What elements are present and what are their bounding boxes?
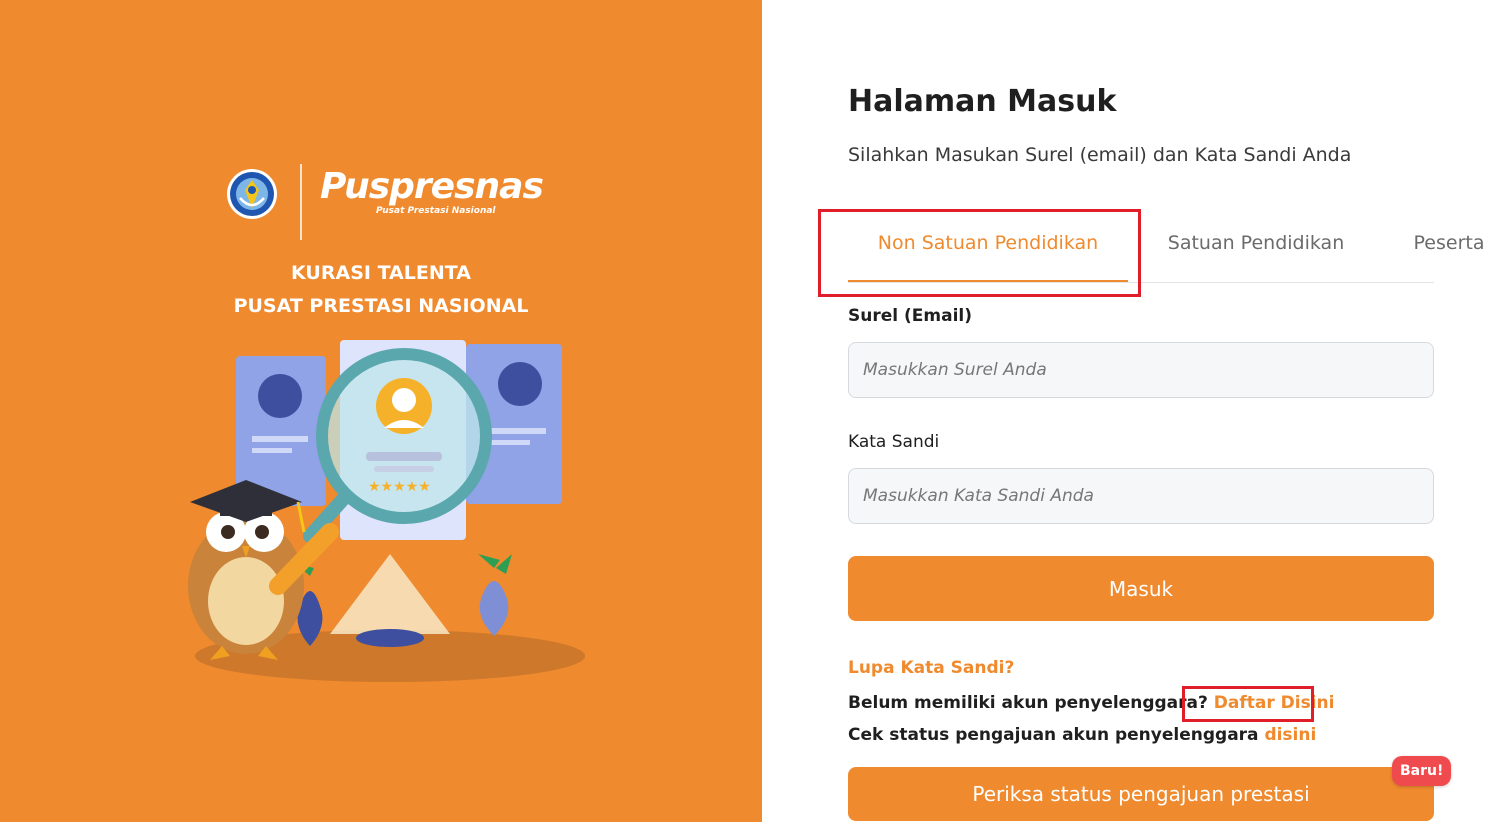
svg-text:★★★★★: ★★★★★ xyxy=(368,479,431,495)
email-label: Surel (Email) xyxy=(848,306,972,326)
page-title: Halaman Masuk xyxy=(848,84,1117,119)
status-line: Cek status pengajuan akun penyelenggara … xyxy=(848,725,1316,745)
register-line: Belum memiliki akun penyelenggara? Dafta… xyxy=(848,693,1334,713)
password-label: Kata Sandi xyxy=(848,432,940,452)
new-badge: Baru! xyxy=(1392,756,1452,786)
page-subtitle: Silahkan Masukan Surel (email) dan Kata … xyxy=(848,144,1352,166)
brand-logo: Puspresnas Pusat Prestasi Nasional xyxy=(226,160,546,244)
light-beam xyxy=(330,554,450,647)
register-prompt: Belum memiliki akun penyelenggara? xyxy=(848,693,1208,713)
check-achievement-status-button[interactable]: Periksa status pengajuan prestasi xyxy=(848,767,1434,821)
login-type-tabs: Non Satuan Pendidikan Satuan Pendidikan … xyxy=(848,214,1484,283)
login-button[interactable]: Masuk xyxy=(848,556,1434,621)
status-link[interactable]: disini xyxy=(1264,725,1316,745)
brand-subtitle: Pusat Prestasi Nasional xyxy=(376,206,496,216)
login-panel: Halaman Masuk Silahkan Masukan Surel (em… xyxy=(762,0,1511,822)
tab-satuan-pendidikan[interactable]: Satuan Pendidikan xyxy=(1160,214,1352,280)
tab-peserta[interactable]: Peserta xyxy=(1404,214,1494,280)
register-link[interactable]: Daftar Disini xyxy=(1214,693,1335,713)
owl-magnifier-illustration: ★★★★★ xyxy=(188,340,585,682)
tut-wuri-handayani-emblem-icon xyxy=(227,169,277,219)
password-field[interactable] xyxy=(848,468,1434,524)
left-panel: Puspresnas Pusat Prestasi Nasional KURAS… xyxy=(0,0,762,822)
email-field[interactable] xyxy=(848,342,1434,398)
brand-name: Puspresnas xyxy=(320,166,544,207)
tab-non-satuan-pendidikan[interactable]: Non Satuan Pendidikan xyxy=(848,214,1128,282)
status-prompt: Cek status pengajuan akun penyelenggara xyxy=(848,725,1259,745)
forgot-password-link[interactable]: Lupa Kata Sandi? xyxy=(848,658,1014,678)
tagline-line-1: KURASI TALENTA xyxy=(291,262,471,284)
tagline-line-2: PUSAT PRESTASI NASIONAL xyxy=(233,295,529,317)
plant-vase-right xyxy=(478,554,512,636)
logo-divider xyxy=(300,164,302,240)
